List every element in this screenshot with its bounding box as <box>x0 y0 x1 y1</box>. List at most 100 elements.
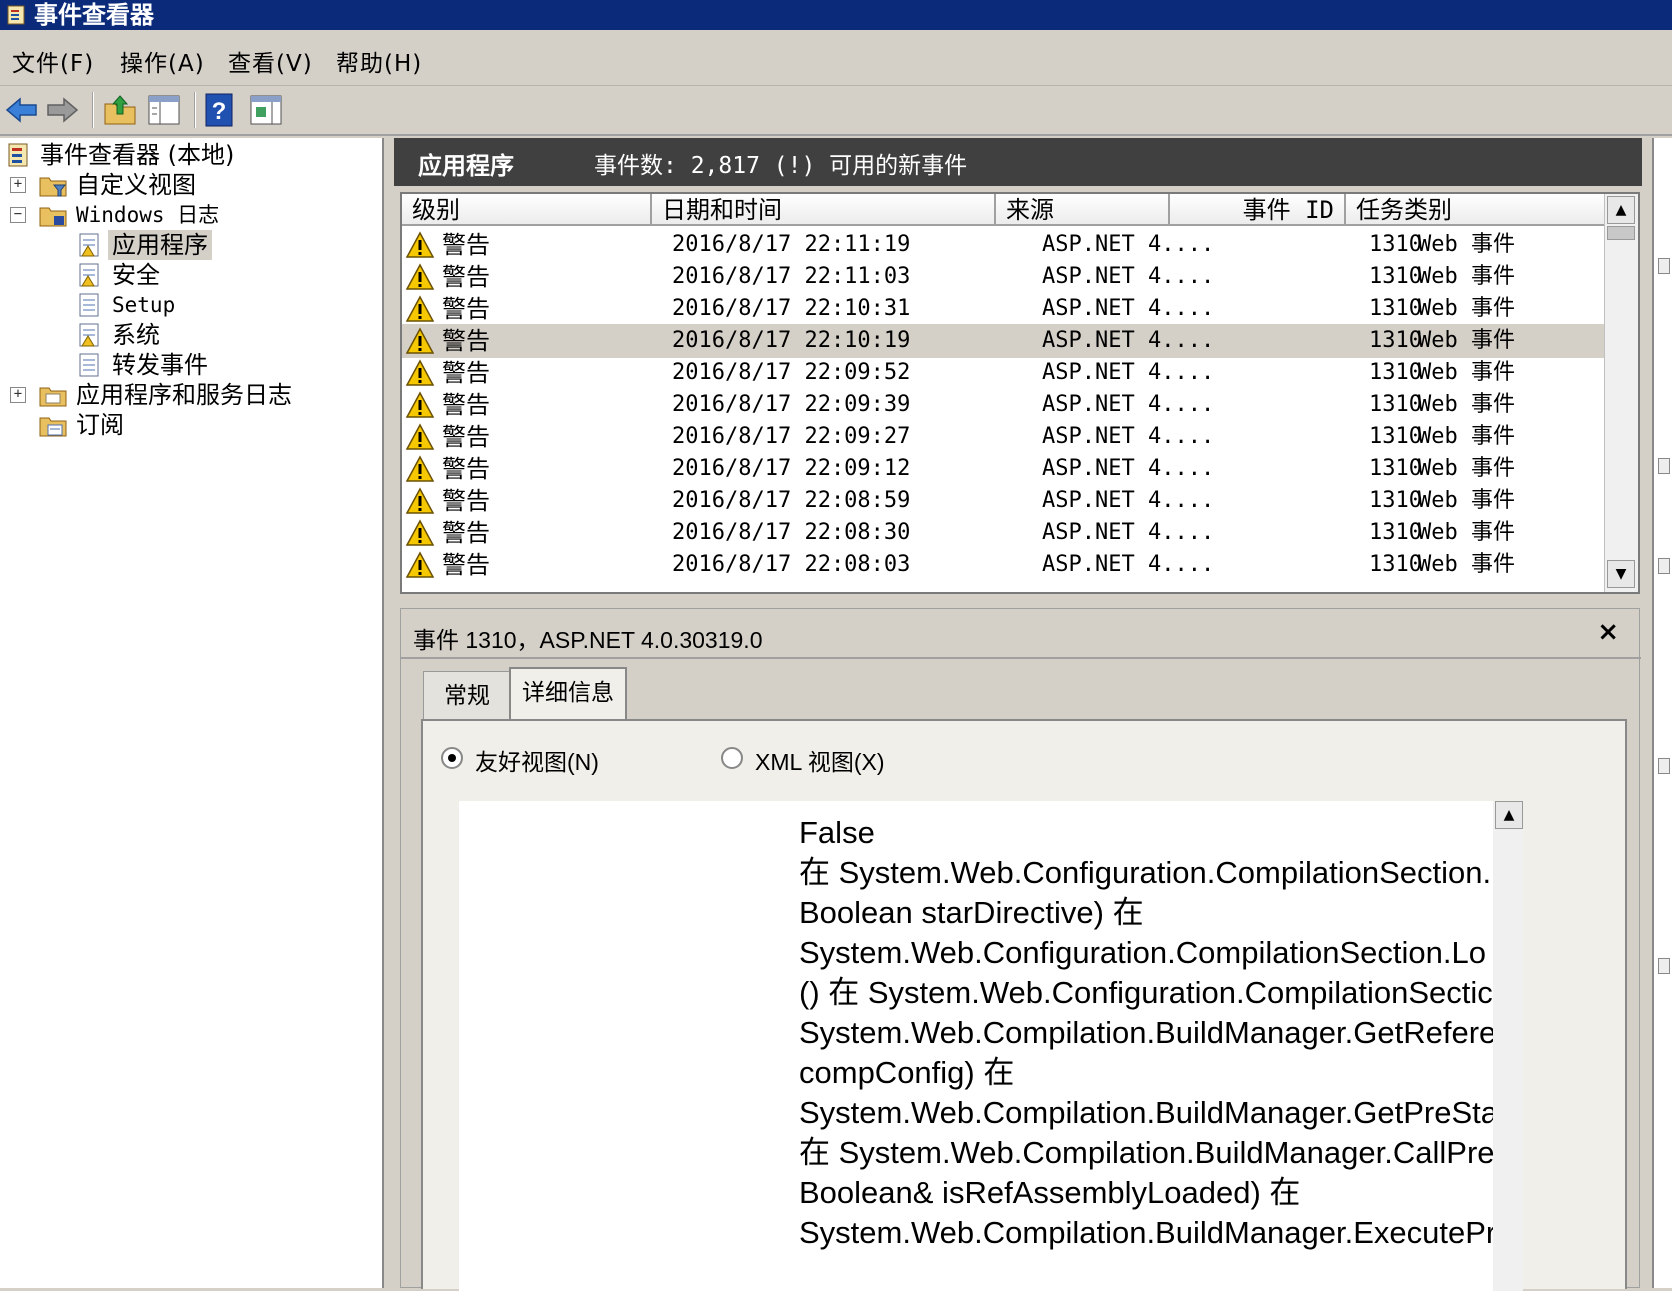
cell-source: ASP.NET 4.... <box>1042 552 1215 577</box>
cell-source: ASP.NET 4.... <box>1042 296 1215 321</box>
cell-date: 2016/8/17 22:10:19 <box>672 328 911 353</box>
cell-date: 2016/8/17 22:09:27 <box>672 424 911 449</box>
table-row[interactable]: 警告 2016/8/17 22:10:31 ASP.NET 4.... 1310 Web… <box>402 292 1606 326</box>
toolbar-separator <box>194 92 196 128</box>
details-tab-page: 友好视图(N) XML 视图(X) False 在 System.Web.Conf… <box>421 719 1627 1291</box>
cell-level: 警告 <box>442 519 490 547</box>
cell-task-category: Web 事件 <box>1418 232 1515 257</box>
xml-view-radio[interactable] <box>721 747 743 769</box>
event-list-scrollbar[interactable]: ▲ ▼ <box>1604 194 1638 592</box>
cell-task-category: Web 事件 <box>1418 456 1515 481</box>
log-warning-icon <box>79 233 99 257</box>
cell-task-category: Web 事件 <box>1418 328 1515 353</box>
title-bar: 事件查看器 <box>0 0 1672 30</box>
table-row[interactable]: 警告 2016/8/17 22:11:19 ASP.NET 4.... 1310 Web… <box>402 228 1606 262</box>
center-pane: 应用程序 事件数: 2,817 (!) 可用的新事件 级别 日期和时间 来源 事… <box>392 138 1646 1291</box>
xml-view-label[interactable]: XML 视图(X) <box>755 743 885 777</box>
cell-event-id: 1310 <box>1369 360 1422 385</box>
action-icon[interactable] <box>1658 458 1670 474</box>
menu-file[interactable]: 文件(F) <box>12 44 94 78</box>
cell-source: ASP.NET 4.... <box>1042 328 1215 353</box>
cell-source: ASP.NET 4.... <box>1042 488 1215 513</box>
table-row[interactable]: 警告 2016/8/17 22:11:03 ASP.NET 4.... 1310 Web… <box>402 260 1606 294</box>
cell-task-category: Web 事件 <box>1418 360 1515 385</box>
cell-date: 2016/8/17 22:10:31 <box>672 296 911 321</box>
cell-date: 2016/8/17 22:11:03 <box>672 264 911 289</box>
action-icon[interactable] <box>1658 758 1670 774</box>
action-icon[interactable] <box>1658 558 1670 574</box>
menu-action[interactable]: 操作(A) <box>120 44 205 78</box>
friendly-view-label[interactable]: 友好视图(N) <box>475 743 599 777</box>
svg-text:?: ? <box>212 98 227 125</box>
column-header-event-id[interactable]: 事件 ID <box>1170 194 1346 226</box>
detail-text-line: Boolean starDirective) 在 <box>799 895 1144 930</box>
scroll-up-icon[interactable]: ▲ <box>1607 196 1635 224</box>
subscription-folder-icon <box>39 417 67 437</box>
tab-details[interactable]: 详细信息 <box>509 667 627 721</box>
cell-event-id: 1310 <box>1369 264 1422 289</box>
scroll-up-icon[interactable]: ▲ <box>1495 801 1523 829</box>
scroll-thumb[interactable] <box>1607 226 1635 240</box>
detail-text-line: 在 System.Web.Configuration.CompilationSe… <box>799 855 1492 890</box>
menu-help[interactable]: 帮助(H) <box>336 44 422 78</box>
table-row[interactable]: 警告 2016/8/17 22:08:59 ASP.NET 4.... 1310 Web… <box>402 484 1606 518</box>
event-list[interactable]: 级别 日期和时间 来源 事件 ID 任务类别 警告 2016/8/17 22:11… <box>400 192 1640 594</box>
forward-arrow-icon[interactable] <box>44 92 80 128</box>
column-header-level[interactable]: 级别 <box>402 194 652 226</box>
table-row[interactable]: 警告 2016/8/17 22:09:12 ASP.NET 4.... 1310 Web… <box>402 452 1606 486</box>
detail-text-line: 在 System.Web.Compilation.BuildManager.Ca… <box>799 1135 1495 1170</box>
close-icon[interactable]: × <box>1597 617 1619 647</box>
cell-date: 2016/8/17 22:11:19 <box>672 232 911 257</box>
cell-level: 警告 <box>442 455 490 483</box>
cell-source: ASP.NET 4.... <box>1042 360 1215 385</box>
back-arrow-icon[interactable] <box>4 92 40 128</box>
event-detail-panel: 事件 1310，ASP.NET 4.0.30319.0 × 常规 详细信息 友好… <box>400 608 1641 1291</box>
show-action-pane-icon[interactable] <box>248 92 284 128</box>
cell-source: ASP.NET 4.... <box>1042 424 1215 449</box>
log-icon <box>79 353 99 377</box>
help-icon[interactable]: ? <box>204 92 234 128</box>
cell-date: 2016/8/17 22:08:59 <box>672 488 911 513</box>
collapse-icon[interactable]: − <box>10 207 26 223</box>
table-row[interactable]: 警告 2016/8/17 22:09:52 ASP.NET 4.... 1310 Web… <box>402 356 1606 390</box>
expand-icon[interactable]: + <box>10 387 26 403</box>
tab-general[interactable]: 常规 <box>423 671 511 721</box>
table-row[interactable]: 警告 2016/8/17 22:08:03 ASP.NET 4.... 1310 Web… <box>402 548 1606 582</box>
table-row[interactable]: 警告 2016/8/17 22:10:19 ASP.NET 4.... 1310 Web… <box>402 324 1606 358</box>
column-header-date[interactable]: 日期和时间 <box>652 194 996 226</box>
scroll-down-icon[interactable]: ▼ <box>1607 560 1635 588</box>
log-warning-icon <box>79 263 99 287</box>
log-warning-icon <box>79 323 99 347</box>
action-icon[interactable] <box>1658 958 1670 974</box>
show-hide-tree-icon[interactable] <box>146 92 182 128</box>
table-row[interactable]: 警告 2016/8/17 22:09:39 ASP.NET 4.... 1310 Web… <box>402 388 1606 422</box>
cell-source: ASP.NET 4.... <box>1042 392 1215 417</box>
detail-text-line: Boolean& isRefAssemblyLoaded) 在 <box>799 1175 1301 1210</box>
action-icon[interactable] <box>1658 258 1670 274</box>
cell-task-category: Web 事件 <box>1418 552 1515 577</box>
folder-icon <box>39 387 67 407</box>
tree-label-custom-views: 自定义视图 <box>76 171 196 199</box>
cell-level: 警告 <box>442 391 490 419</box>
expand-icon[interactable]: + <box>10 177 26 193</box>
cell-date: 2016/8/17 22:09:39 <box>672 392 911 417</box>
event-detail-text[interactable]: False 在 System.Web.Configuration.Compilat… <box>459 801 1523 1291</box>
column-header-task-category[interactable]: 任务类别 <box>1346 194 1606 226</box>
column-header-source[interactable]: 来源 <box>996 194 1170 226</box>
tree-label-system: 系统 <box>112 321 160 349</box>
detail-scrollbar[interactable]: ▲ <box>1493 801 1523 1291</box>
cell-event-id: 1310 <box>1369 552 1422 577</box>
table-row[interactable]: 警告 2016/8/17 22:08:30 ASP.NET 4.... 1310 Web… <box>402 516 1606 550</box>
detail-text-line: System.Web.Compilation.BuildManager.Exec… <box>799 1215 1497 1250</box>
up-folder-icon[interactable] <box>102 92 138 128</box>
table-row[interactable]: 警告 2016/8/17 22:09:27 ASP.NET 4.... 1310 Web… <box>402 420 1606 454</box>
menu-view[interactable]: 查看(V) <box>228 44 313 78</box>
tree-label-security: 安全 <box>112 261 160 289</box>
window-title: 事件查看器 <box>34 1 154 29</box>
cell-level: 警告 <box>442 359 490 387</box>
cell-level: 警告 <box>442 423 490 451</box>
detail-text-line: () 在 System.Web.Configuration.Compilatio… <box>799 975 1493 1010</box>
cell-source: ASP.NET 4.... <box>1042 264 1215 289</box>
friendly-view-radio[interactable] <box>441 747 463 769</box>
tree-label-root: 事件查看器 (本地) <box>40 141 235 169</box>
